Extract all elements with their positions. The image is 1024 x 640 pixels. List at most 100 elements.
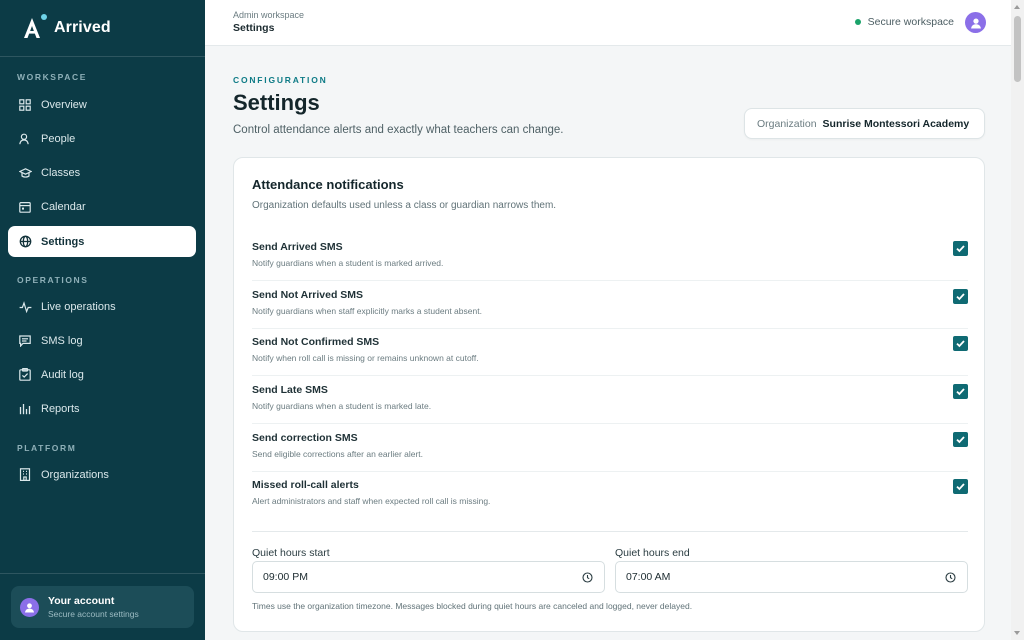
sidebar-item-calendar[interactable]: Calendar <box>8 191 196 222</box>
check-icon <box>956 340 965 348</box>
status-dot-icon <box>854 19 861 25</box>
organization-selector[interactable]: Organization Sunrise Montessori Academy <box>744 108 985 139</box>
check-icon <box>956 388 965 396</box>
setting-title: Send Late SMS <box>252 384 328 396</box>
sidebar-item-settings[interactable]: Settings <box>8 226 196 257</box>
sidebar-item-label: Overview <box>41 98 87 111</box>
check-icon <box>956 293 965 301</box>
checkbox-missed-roll-call[interactable] <box>953 479 968 494</box>
setting-title: Send correction SMS <box>252 432 358 444</box>
sidebar-item-label: SMS log <box>41 334 83 347</box>
card-title: Attendance notifications <box>252 177 404 192</box>
sidebar-divider <box>0 573 205 574</box>
quiet-hours-end-label: Quiet hours end <box>615 547 690 559</box>
clipboard-icon <box>18 368 32 382</box>
quiet-hours-start-value: 09:00 PM <box>263 571 308 583</box>
sidebar-item-live-operations[interactable]: Live operations <box>8 291 196 322</box>
notification-row-not-arrived: Send Not Arrived SMS Notify guardians wh… <box>252 281 968 329</box>
setting-description: Notify guardians when a student is marke… <box>252 401 432 411</box>
building-icon <box>18 468 32 482</box>
setting-title: Send Arrived SMS <box>252 241 343 253</box>
scroll-down-icon[interactable] <box>1014 631 1020 635</box>
page-title: Settings <box>233 90 320 115</box>
sidebar-item-sms-log[interactable]: SMS log <box>8 325 196 356</box>
section-label-workspace: WORKSPACE <box>17 72 87 82</box>
bar-chart-icon <box>18 402 32 416</box>
sidebar: Arrived WORKSPACE Overview People Classe… <box>0 0 205 640</box>
sidebar-item-label: Classes <box>41 166 81 179</box>
sidebar-item-label: Calendar <box>41 200 86 213</box>
message-icon <box>18 334 32 348</box>
avatar <box>20 597 39 617</box>
status-indicator: Secure workspace <box>854 16 954 28</box>
card-subtitle: Organization defaults used unless a clas… <box>252 200 557 211</box>
checkbox-arrived-sms[interactable] <box>953 241 968 256</box>
quiet-hours-start-label: Quiet hours start <box>252 547 330 559</box>
quiet-hours-end-input[interactable]: 07:00 AM <box>615 561 968 593</box>
settings-icon <box>18 235 32 249</box>
account-button[interactable]: Your account Secure account settings <box>11 586 194 628</box>
breadcrumb-current: Settings <box>233 22 275 34</box>
checkbox-correction-sms[interactable] <box>953 432 968 447</box>
account-title: Your account <box>48 595 115 607</box>
notification-row-late: Send Late SMS Notify guardians when a st… <box>252 376 968 424</box>
scrollbar-thumb[interactable] <box>1014 16 1021 82</box>
check-icon <box>956 245 965 253</box>
organization-value: Sunrise Montessori Academy <box>822 117 970 130</box>
notification-row-missed-roll-call: Missed roll-call alerts Alert administra… <box>252 471 968 519</box>
breadcrumb-parent[interactable]: Admin workspace <box>233 10 304 20</box>
checkbox-not-confirmed-sms[interactable] <box>953 336 968 351</box>
setting-description: Alert administrators and staff when expe… <box>252 496 491 506</box>
sidebar-item-label: Organizations <box>41 468 109 481</box>
check-icon <box>956 483 965 491</box>
sidebar-item-audit-log[interactable]: Audit log <box>8 359 196 390</box>
topbar: Admin workspace Settings Secure workspac… <box>205 0 1011 46</box>
sidebar-item-organizations[interactable]: Organizations <box>8 459 196 490</box>
section-label-platform: PLATFORM <box>17 443 77 453</box>
notification-row-not-confirmed: Send Not Confirmed SMS Notify when roll … <box>252 328 968 376</box>
sidebar-item-people[interactable]: People <box>8 123 196 154</box>
page-subtitle: Control attendance alerts and exactly wh… <box>233 124 564 136</box>
app-name: Arrived <box>54 19 111 36</box>
setting-description: Notify guardians when a student is marke… <box>252 258 444 268</box>
checkbox-late-sms[interactable] <box>953 384 968 399</box>
status-text: Secure workspace <box>867 16 954 28</box>
setting-description: Notify guardians when staff explicitly m… <box>252 306 482 316</box>
setting-description: Notify when roll call is missing or rema… <box>252 353 479 363</box>
sidebar-item-label: Audit log <box>41 368 84 381</box>
scrollbar[interactable] <box>1011 0 1024 640</box>
scroll-up-icon[interactable] <box>1014 5 1020 9</box>
check-icon <box>956 436 965 444</box>
quiet-hours-note: Times use the organization timezone. Mes… <box>252 601 693 611</box>
setting-title: Send Not Arrived SMS <box>252 289 364 301</box>
checkbox-not-arrived-sms[interactable] <box>953 289 968 304</box>
sidebar-item-label: Reports <box>41 402 80 415</box>
section-label-operations: OPERATIONS <box>17 275 89 285</box>
section-divider <box>252 531 968 532</box>
clock-icon[interactable] <box>945 572 956 583</box>
sidebar-item-label: Live operations <box>41 300 116 313</box>
setting-description: Send eligible corrections after an earli… <box>252 449 424 459</box>
quiet-hours-start-input[interactable]: 09:00 PM <box>252 561 605 593</box>
organization-label: Organization <box>757 117 817 130</box>
sidebar-item-label: People <box>41 132 76 145</box>
sidebar-item-label: Settings <box>41 235 85 248</box>
clock-icon[interactable] <box>582 572 593 583</box>
account-subtitle: Secure account settings <box>48 609 139 619</box>
attendance-notifications-card: Attendance notifications Organization de… <box>233 157 985 632</box>
notification-row-correction: Send correction SMS Send eligible correc… <box>252 424 968 472</box>
setting-title: Send Not Confirmed SMS <box>252 336 380 348</box>
logo-icon <box>22 14 47 39</box>
setting-title: Missed roll-call alerts <box>252 479 359 491</box>
activity-icon <box>18 300 32 314</box>
sidebar-item-overview[interactable]: Overview <box>8 89 196 120</box>
grid-icon <box>18 98 32 112</box>
brand[interactable]: Arrived <box>0 0 205 57</box>
sidebar-item-reports[interactable]: Reports <box>8 393 196 424</box>
notification-row-arrived: Send Arrived SMS Notify guardians when a… <box>252 233 968 281</box>
calendar-icon <box>18 200 32 214</box>
page-eyebrow: CONFIGURATION <box>233 75 328 85</box>
sidebar-item-classes[interactable]: Classes <box>8 157 196 188</box>
graduation-cap-icon <box>18 166 32 180</box>
user-avatar[interactable] <box>965 12 986 33</box>
